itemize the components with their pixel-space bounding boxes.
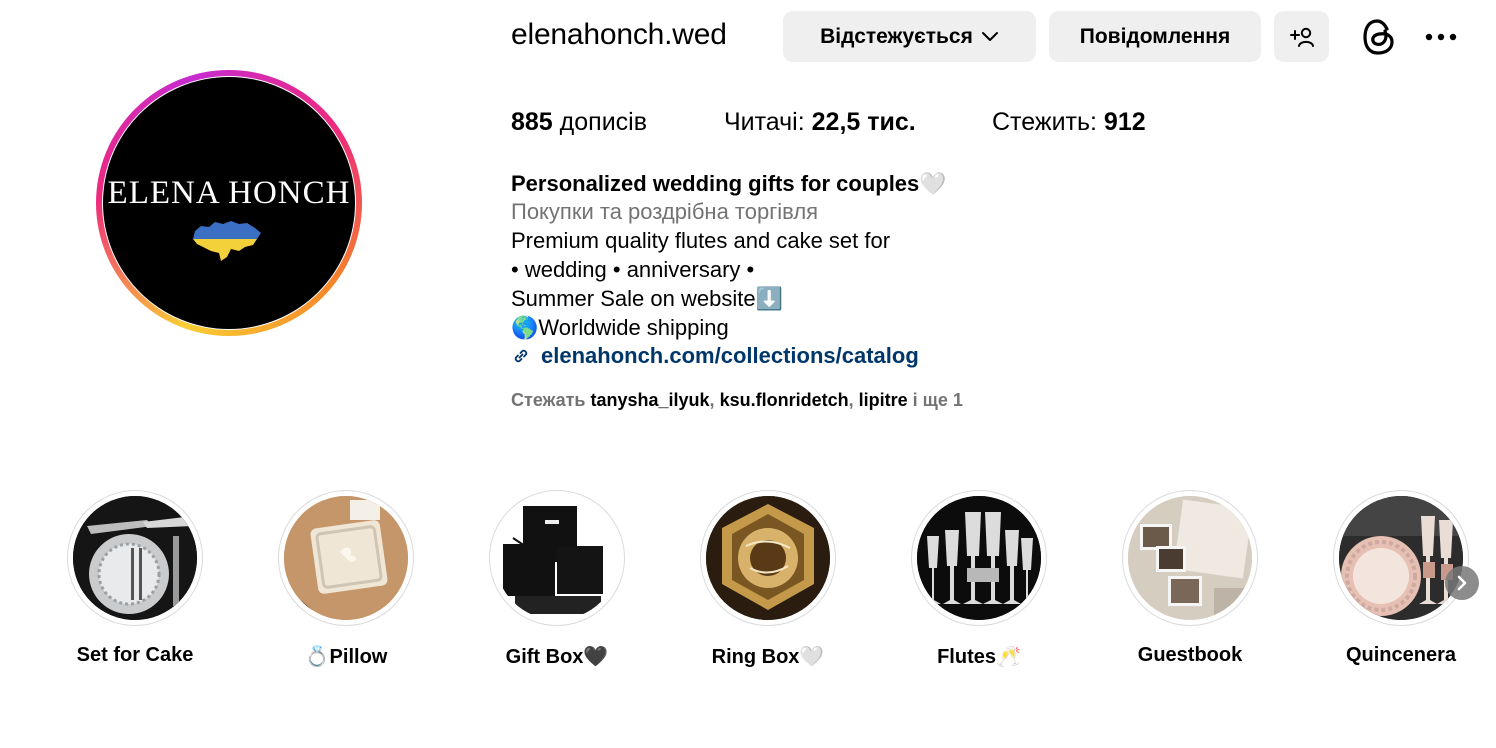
highlights-next-button[interactable]: [1445, 566, 1479, 600]
highlight-thumbnail: [495, 496, 619, 620]
following-label: Стежить:: [992, 108, 1097, 136]
followed-by-prefix: Стежать: [511, 390, 586, 410]
following-stat[interactable]: Стежить: 912: [992, 108, 1146, 137]
highlight-thumbnail: [706, 496, 830, 620]
followers-label: Читачі:: [724, 108, 805, 136]
ukraine-map-icon: [193, 221, 261, 261]
profile-username: elenahonch.wed: [511, 18, 727, 51]
bio-line: Premium quality flutes and cake set for: [511, 228, 891, 253]
bio-category: Покупки та роздрібна торгівля: [511, 199, 819, 224]
highlight-item[interactable]: 💍Pillow: [278, 490, 414, 668]
highlight-label: Flutes🥂: [937, 646, 1021, 668]
highlight-thumbnail: [1339, 496, 1463, 620]
highlight-thumbnail: [917, 496, 1041, 620]
followed-by-user[interactable]: tanysha_ilyuk: [590, 390, 709, 410]
highlight-ring: [700, 490, 836, 626]
bio-line: • wedding • anniversary •: [511, 257, 755, 282]
bio-line: Summer Sale on website⬇️: [511, 286, 783, 311]
highlight-thumbnail: [1128, 496, 1252, 620]
following-button-label: Відстежується: [820, 24, 973, 48]
highlight-label: Ring Box🤍: [711, 646, 825, 668]
followed-by-suffix: і ще 1: [912, 390, 963, 410]
highlight-item[interactable]: Set for Cake: [67, 490, 203, 666]
highlight-label: Gift Box🖤: [505, 646, 609, 668]
add-user-button[interactable]: [1274, 11, 1329, 62]
add-user-icon: [1289, 27, 1314, 47]
following-count: 912: [1103, 108, 1146, 136]
highlight-item[interactable]: Ring Box🤍: [700, 490, 836, 668]
highlight-item[interactable]: Flutes🥂: [911, 490, 1047, 668]
profile-avatar[interactable]: ELENA HONCH: [96, 70, 362, 336]
posts-label: дописів: [559, 108, 648, 136]
highlight-label: Set for Cake: [76, 644, 194, 666]
bio-link-text[interactable]: elenahonch.com/collections/catalog: [541, 341, 919, 370]
followed-by-user[interactable]: lipitre: [859, 390, 908, 410]
posts-count: 885: [511, 108, 553, 136]
highlight-label: Guestbook: [1137, 644, 1243, 666]
link-icon: [514, 349, 528, 362]
following-button[interactable]: Відстежується: [783, 11, 1036, 62]
avatar-logo-text: ELENA HONCH: [107, 175, 351, 211]
highlight-ring: [1333, 490, 1469, 626]
highlight-thumbnail: [284, 496, 408, 620]
highlight-item[interactable]: Guestbook: [1122, 490, 1258, 666]
threads-icon[interactable]: [1360, 17, 1398, 57]
message-button-label: Повідомлення: [1079, 24, 1231, 48]
highlight-item[interactable]: Gift Box🖤: [489, 490, 625, 668]
bio-website-link[interactable]: elenahonch.com/collections/catalog: [511, 341, 919, 370]
highlight-item[interactable]: Quincenera: [1333, 490, 1469, 666]
followers-stat[interactable]: Читачі: 22,5 тис.: [724, 108, 916, 137]
highlight-thumbnail: [73, 496, 197, 620]
bio-title: Personalized wedding gifts for couples🤍: [511, 171, 947, 196]
followed-by[interactable]: Стежать tanysha_ilyuk, ksu.flonridetch, …: [511, 390, 963, 411]
message-button[interactable]: Повідомлення: [1049, 11, 1261, 62]
highlight-ring: [489, 490, 625, 626]
highlight-label: Quincenera: [1345, 644, 1457, 666]
highlight-ring: [278, 490, 414, 626]
highlight-ring: [1122, 490, 1258, 626]
highlight-ring: [911, 490, 1047, 626]
more-options-icon[interactable]: [1421, 25, 1461, 49]
highlight-ring: [67, 490, 203, 626]
avatar-image: ELENA HONCH: [103, 77, 355, 329]
followers-count: 22,5 тис.: [811, 108, 916, 136]
chevron-down-icon: [981, 31, 998, 41]
bio-line: 🌎Worldwide shipping: [511, 315, 729, 340]
highlight-label: 💍Pillow: [304, 646, 388, 668]
chevron-right-icon: [1457, 575, 1467, 591]
followed-by-user[interactable]: ksu.flonridetch: [720, 390, 849, 410]
posts-stat: 885 дописів: [511, 108, 647, 137]
